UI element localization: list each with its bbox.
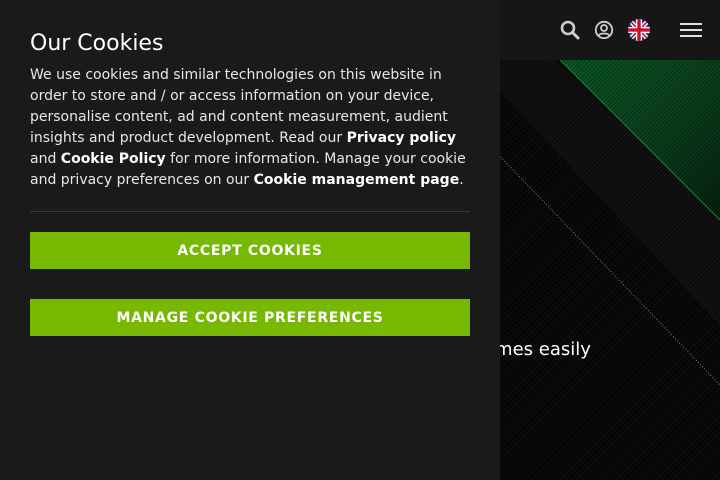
accept-cookies-button[interactable]: ACCEPT COOKIES (30, 232, 470, 269)
hero-tagline: ames easily (484, 339, 591, 360)
privacy-policy-link[interactable]: Privacy policy (347, 130, 457, 146)
cookie-consent-panel: Our Cookies We use cookies and similar t… (0, 0, 500, 480)
cookie-description: We use cookies and similar technologies … (30, 65, 472, 191)
cookie-divider (30, 211, 470, 212)
language-flag-uk-icon[interactable] (627, 18, 651, 42)
account-icon[interactable] (593, 19, 615, 41)
cookie-policy-link[interactable]: Cookie Policy (61, 151, 166, 167)
cookie-management-page-link[interactable]: Cookie management page (254, 172, 460, 188)
cookie-description-and: and (30, 151, 61, 167)
cookie-description-end: . (459, 172, 464, 188)
search-icon[interactable] (559, 19, 581, 41)
hamburger-menu-icon[interactable] (680, 19, 702, 41)
cookie-title: Our Cookies (30, 31, 164, 56)
manage-cookie-preferences-button[interactable]: MANAGE COOKIE PREFERENCES (30, 299, 470, 336)
